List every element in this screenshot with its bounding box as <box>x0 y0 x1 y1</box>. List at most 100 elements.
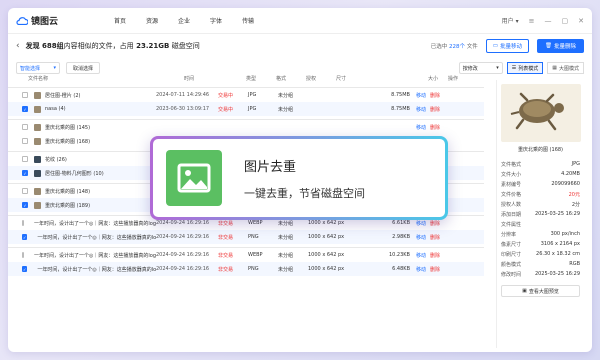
file-name: 一年时间，设计出了一个◎｜网友：这些播放器真的logo... <box>37 266 156 273</box>
file-name-cell: 居住图-橙片 (2) <box>8 91 156 99</box>
move-link[interactable]: 移动 <box>416 106 426 113</box>
detail-key: 添加日期 <box>501 211 522 218</box>
delete-link[interactable]: 删除 <box>430 106 440 113</box>
list-icon: ☰ <box>511 65 517 71</box>
row-actions: 移动删除 <box>410 92 440 99</box>
file-thumbnail <box>34 105 41 113</box>
table-row[interactable]: 一年时间，设计出了一个◎｜网友：这些播放器真的logo... 2024-09-24… <box>8 248 484 262</box>
move-link[interactable]: 移动 <box>416 266 426 273</box>
file-license: 未分组 <box>278 92 294 99</box>
list-mode-label: 列表模式 <box>518 65 539 72</box>
preview-image[interactable] <box>501 84 581 142</box>
batch-delete-label: 批量删除 <box>553 44 576 50</box>
file-size: 6.48KB <box>392 266 410 272</box>
table-header: 文件名称 时间 类型 格式 授权 尺寸 大小 操作 <box>16 72 476 84</box>
file-size: 6.61KB <box>392 220 410 226</box>
nav-home[interactable]: 首页 <box>114 16 126 25</box>
selection-suffix: 文件 <box>466 44 478 50</box>
table-row[interactable]: 居住图-橙片 (2) 2024-07-11 14:29:46 交易中 JPG 未分组 8.… <box>8 88 484 102</box>
file-license: 未分组 <box>278 234 294 241</box>
detail-row: 添加日期 2025-03-25 16:29 <box>501 209 580 219</box>
table-row[interactable]: ✓ 一年时间，设计出了一个◎｜网友：这些播放器真的logo..._th2024-0… <box>8 230 484 244</box>
delete-link[interactable]: 删除 <box>430 92 440 99</box>
move-link[interactable]: 移动 <box>416 220 426 227</box>
file-name: 重庆北乘的图 (148) <box>45 188 91 195</box>
user-menu[interactable]: 用户 ▾ <box>502 16 519 25</box>
table-row[interactable]: 重庆北乘的图 (145) 移动 删除 <box>8 120 484 134</box>
row-checkbox[interactable]: ✓ <box>22 202 28 208</box>
file-name: 一年时间，设计出了一个◎｜网友：这些播放器真的logo..._th <box>37 234 156 241</box>
detail-key: 颜色模式 <box>501 261 522 268</box>
detail-fields: 文件格式 JPG 文件大小 4.20MB 素材编号 209099660 文件价格 20元 授权人… <box>501 159 580 279</box>
file-format: PNG <box>248 266 259 272</box>
view-big-preview-button[interactable]: ▣ 查看大图预览 <box>501 285 580 297</box>
nav-fonts[interactable]: 字体 <box>210 16 222 25</box>
file-name-cell: 一年时间，设计出了一个◎｜网友：这些播放器真的logo... <box>8 252 156 259</box>
feature-card: 图片去重 一键去重，节省磁盘空间 <box>150 136 448 220</box>
file-thumbnail <box>34 123 41 131</box>
detail-key: 素材编号 <box>501 181 522 188</box>
nav-enterprise[interactable]: 企业 <box>178 16 190 25</box>
row-checkbox[interactable] <box>22 220 24 226</box>
move-link[interactable]: 移动 <box>416 234 426 241</box>
window-controls: 用户 ▾ ≡ — ▢ ✕ <box>502 16 584 26</box>
file-name: 花纹 (26) <box>45 156 67 163</box>
table-row[interactable]: ✓ 一年时间，设计出了一个◎｜网友：这些播放器真的logo... 2024-09-2… <box>8 262 484 276</box>
minimize-icon[interactable]: — <box>545 17 552 25</box>
row-checkbox[interactable]: ✓ <box>22 170 28 176</box>
row-checkbox[interactable]: ✓ <box>22 266 28 272</box>
detail-row: 文件属性 <box>501 219 580 229</box>
file-name: 居住图-橙片 (2) <box>45 92 81 99</box>
file-name: 居住图-物料几何图形 (10) <box>45 170 104 177</box>
batch-delete-button[interactable]: 🗑 批量删除 <box>537 39 584 53</box>
file-name: 一年时间，设计出了一个◎｜网友：这些播放器真的logo... <box>34 252 156 259</box>
file-name-cell: 一年时间，设计出了一个◎｜网友：这些播放器真的logo... <box>8 220 156 227</box>
file-time: 2024-07-11 14:29:46 <box>156 92 210 98</box>
detail-value: 209099660 <box>551 181 580 187</box>
delete-link[interactable]: 删除 <box>430 124 440 131</box>
file-format: WEBP <box>248 220 263 226</box>
row-checkbox[interactable]: ✓ <box>22 234 28 240</box>
nav-transfer[interactable]: 传输 <box>242 16 254 25</box>
selection-count: 228个 <box>449 44 466 50</box>
maximize-icon[interactable]: ▢ <box>562 17 569 25</box>
file-license: 未分组 <box>278 252 294 259</box>
row-checkbox[interactable] <box>22 188 28 194</box>
file-name-cell: ✓ 一年时间，设计出了一个◎｜网友：这些播放器真的logo... <box>8 266 156 273</box>
row-checkbox[interactable] <box>22 252 24 258</box>
move-link[interactable]: 移动 <box>416 92 426 99</box>
move-link[interactable]: 移动 <box>416 252 426 259</box>
delete-link[interactable]: 删除 <box>430 234 440 241</box>
row-checkbox[interactable] <box>22 124 28 130</box>
detail-key: 文件价格 <box>501 191 522 198</box>
delete-link[interactable]: 删除 <box>430 252 440 259</box>
batch-move-button[interactable]: ▭ 批量移动 <box>485 39 529 53</box>
file-name-cell: ✓ nasa (4) <box>8 105 156 113</box>
close-icon[interactable]: ✕ <box>578 17 584 25</box>
app-logo[interactable]: 镜图云 <box>16 14 104 27</box>
list-mode-button[interactable]: ☰ 列表模式 <box>506 62 544 74</box>
nav-resources[interactable]: 资源 <box>146 16 158 25</box>
col-name: 文件名称 <box>28 75 49 82</box>
col-size: 大小 <box>427 75 438 82</box>
row-checkbox[interactable] <box>22 92 28 98</box>
batch-move-label: 批量移动 <box>499 44 522 50</box>
row-checkbox[interactable] <box>22 156 28 162</box>
file-type: 交易中 <box>218 92 234 99</box>
menu-icon[interactable]: ≡ <box>529 17 535 25</box>
delete-link[interactable]: 删除 <box>430 220 440 227</box>
move-link[interactable]: 移动 <box>416 124 426 131</box>
chevron-down-icon: ▾ <box>515 18 519 25</box>
row-checkbox[interactable] <box>22 138 28 144</box>
chevron-down-icon: ▾ <box>496 65 499 71</box>
delete-link[interactable]: 删除 <box>430 266 440 273</box>
big-mode-button[interactable]: ▦ 大图模式 <box>547 62 584 74</box>
back-arrow-icon[interactable]: ‹ <box>16 41 20 51</box>
row-actions: 移动删除 <box>410 106 440 113</box>
table-row[interactable]: ✓ nasa (4) 2023-06-30 13:09:17 交易中 JPG 未分组 8.7… <box>8 102 484 116</box>
row-actions: 移动删除 <box>410 252 440 259</box>
row-checkbox[interactable]: ✓ <box>22 106 28 112</box>
file-format: JPG <box>248 92 257 98</box>
file-size: 10.23KB <box>388 252 410 258</box>
col-actions: 操作 <box>448 75 459 82</box>
